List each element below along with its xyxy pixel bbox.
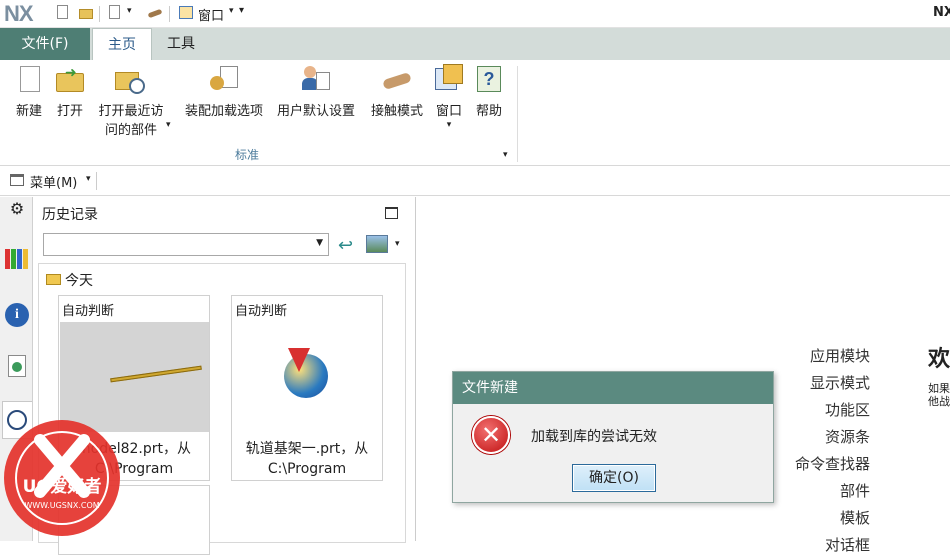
section-today: 今天 [65,273,93,289]
nx-logo: NX [4,1,34,26]
open-folder-icon[interactable] [78,5,94,21]
quick-access-toolbar: NX ▾ 窗口 ▾ ▾ NX [0,0,950,28]
open-recent-label-2: 问的部件 [104,123,157,138]
customize-qat-icon[interactable]: ▾ [239,5,244,16]
new-doc-icon[interactable] [107,5,123,21]
welcome-heading: 欢 [928,347,950,372]
group-expand-icon[interactable]: ▾ [503,150,508,160]
new-file-icon[interactable] [55,5,71,21]
window-label: 窗口 [435,104,462,119]
touch-mode-icon[interactable] [147,5,163,21]
window-icon [433,64,465,96]
ribbon: 新建 ➜ 打开 打开最近访 问的部件 ▾ 装配加载选项 用户默认设置 接触模式 … [0,60,950,166]
info-icon[interactable]: i [5,303,29,327]
ribbon-divider [517,66,518,162]
dialog-message: 加载到库的尝试无效 [531,429,657,445]
link-templates[interactable]: 模板 [840,507,870,528]
web-page-icon[interactable] [5,355,29,379]
tab-tools[interactable]: 工具 [156,28,206,60]
recent-folder-clock-icon [115,64,147,96]
thumbnail-view-icon[interactable] [366,235,388,253]
link-parts[interactable]: 部件 [840,480,870,501]
folder-icon [46,274,61,285]
open-button[interactable]: ➜ 打开 [53,64,87,121]
group-label-standard: 标准 [235,148,260,162]
window-menu-label[interactable]: 窗口 [198,5,224,24]
rod-shape [110,365,202,383]
chevron-down-icon[interactable]: ▾ [166,120,171,130]
link-applications[interactable]: 应用模块 [810,345,870,366]
history-title: 历史记录 [42,207,98,223]
help-label: 帮助 [475,104,502,119]
ribbon-tab-bar: 文件(F) 主页 工具 [0,28,950,61]
link-resource-bar[interactable]: 资源条 [825,426,870,447]
help-icon: ? [473,64,505,96]
assembly-options-icon [208,64,240,96]
open-label: 打开 [56,104,83,119]
open-folder-icon: ➜ [54,64,86,96]
error-dialog: 文件新建 ✕ 加载到库的尝试无效 确定(O) [452,371,774,503]
help-button[interactable]: ? 帮助 [473,64,505,121]
back-arrow-icon[interactable]: ↩ [338,235,353,256]
ugsnx-watermark-logo: UG爱好者 WWW.UGSNX.COM [0,410,130,541]
tab-home[interactable]: 主页 [92,28,152,61]
assembly-load-options-button[interactable]: 装配加载选项 [181,64,267,121]
chevron-down-icon[interactable]: ▾ [86,174,91,184]
window-icon[interactable] [178,5,194,21]
qat-divider [99,6,100,22]
qat-divider [169,6,170,22]
window-button[interactable]: 窗口 ▾ [432,64,466,130]
history-filter-select[interactable]: ▼ [43,233,329,256]
library-books-icon[interactable] [5,247,29,271]
welcome-note: 如果 他战 [928,382,950,408]
menu-button[interactable]: 菜单(M) [30,172,77,191]
touch-mode-button[interactable]: 接触模式 [367,64,427,121]
ok-button[interactable]: 确定(O) [572,464,656,492]
hand-pointer-icon [381,64,413,96]
error-icon: ✕ [472,416,510,454]
item-label: 自动判断 [62,304,115,319]
menu-icon [10,174,24,186]
new-file-icon [13,64,45,96]
svg-text:WWW.UGSNX.COM: WWW.UGSNX.COM [24,501,99,510]
chevron-down-icon[interactable]: ▾ [229,6,234,16]
menubar-divider [96,172,97,190]
open-recent-button[interactable]: 打开最近访 问的部件 [93,64,169,140]
user-defaults-label: 用户默认设置 [276,104,355,119]
menu-bar: 菜单(M) ▾ [0,166,950,196]
chevron-down-icon[interactable]: ▾ [395,239,400,249]
dialog-title: 文件新建 [453,372,773,404]
link-dialogs[interactable]: 对话框 [825,534,870,555]
assembly-load-options-label: 装配加载选项 [184,104,263,119]
new-label: 新建 [15,104,42,119]
tab-file[interactable]: 文件(F) [0,28,90,60]
list-item[interactable]: 自动判断 轨道基架一.prt，从 C:\Program [231,295,383,481]
user-defaults-icon [300,64,332,96]
item-caption: 轨道基架一.prt，从 C:\Program [245,441,369,477]
chevron-down-icon: ▾ [446,120,452,130]
gear-icon[interactable]: ⚙ [5,199,29,223]
maximize-icon[interactable] [385,207,398,219]
link-command-finder[interactable]: 命令查找器 [795,453,870,474]
user-defaults-button[interactable]: 用户默认设置 [273,64,359,121]
svg-text:UG爱好者: UG爱好者 [23,476,102,497]
link-display-mode[interactable]: 显示模式 [810,372,870,393]
item-label: 自动判断 [235,304,288,319]
window-title: NX [933,5,950,20]
chevron-down-icon[interactable]: ▾ [127,6,132,16]
chevron-down-icon: ▼ [316,238,323,248]
new-button[interactable]: 新建 [12,64,46,121]
open-recent-label-1: 打开最近访 [98,104,164,119]
link-ribbon[interactable]: 功能区 [825,399,870,420]
nx-part-icon [284,348,328,398]
touch-mode-label: 接触模式 [370,104,423,119]
